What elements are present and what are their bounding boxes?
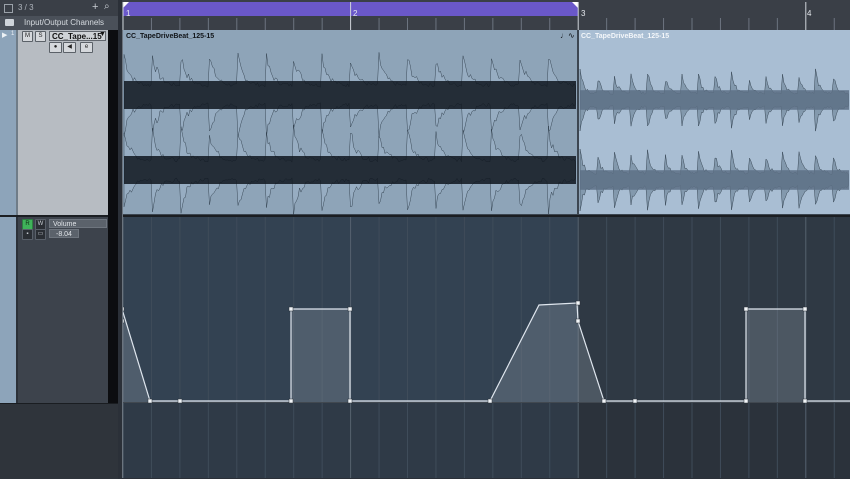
track-list-divider <box>108 30 118 403</box>
track-name-field[interactable]: CC_Tape...15 <box>49 31 106 41</box>
track-number: 1 <box>11 31 15 37</box>
automation-point[interactable] <box>575 300 581 306</box>
automation-point[interactable] <box>601 398 607 404</box>
automation-point[interactable] <box>347 398 353 404</box>
automation-point[interactable] <box>177 398 183 404</box>
folder-lane-icon[interactable]: ▭ <box>35 229 46 240</box>
monitor-button[interactable]: ◀ <box>63 42 76 53</box>
automation-point[interactable] <box>802 306 808 312</box>
automation-value[interactable]: -8.04 <box>49 229 79 238</box>
automation-point[interactable] <box>288 306 294 312</box>
track-list-empty-area <box>0 403 118 479</box>
automation-point[interactable] <box>632 398 638 404</box>
audio-event-selected[interactable]: CC_TapeDriveBeat_125-15 ♩ ∿ <box>560 30 850 214</box>
audio-event[interactable]: CC_TapeDriveBeat_125-15 <box>123 30 577 216</box>
expand-arrow-icon[interactable]: ▶ <box>2 31 7 39</box>
automation-point[interactable] <box>147 398 153 404</box>
mute-automation-button[interactable]: ▪ <box>22 229 33 240</box>
add-track-icon[interactable]: + <box>92 1 98 13</box>
ruler-ticks <box>122 2 835 30</box>
warp-icon: ∿ <box>568 31 575 40</box>
record-enable-button[interactable]: ● <box>49 42 62 53</box>
mute-button[interactable]: M <box>22 31 33 42</box>
automation-lane <box>578 217 850 403</box>
automation-parameter-select[interactable]: Volume <box>49 219 107 228</box>
read-write-button[interactable]: e <box>80 42 93 53</box>
automation-point[interactable] <box>802 398 808 404</box>
automation-point[interactable] <box>347 306 353 312</box>
automation-track-header[interactable] <box>18 217 108 403</box>
lane-separator <box>122 215 850 217</box>
empty-lane <box>578 403 850 478</box>
solo-button[interactable]: S <box>35 31 46 42</box>
automation-point[interactable] <box>743 398 749 404</box>
automation-point[interactable] <box>575 318 581 324</box>
track-list-icon[interactable] <box>4 4 13 13</box>
automation-point[interactable] <box>743 306 749 312</box>
waveform-core <box>124 81 576 109</box>
project-tracks-area[interactable]: CC_TapeDriveBeat_125-15 CC_TapeDriveBeat… <box>122 30 850 478</box>
audio-event-name-selected: CC_TapeDriveBeat_125-15 <box>581 33 669 40</box>
waveform-core <box>580 90 849 110</box>
folder-track-name: Input/Output Channels <box>24 18 105 27</box>
audio-event-name: CC_TapeDriveBeat_125-15 <box>126 33 214 40</box>
automation-point[interactable] <box>288 398 294 404</box>
audio-track-header[interactable] <box>18 30 108 215</box>
empty-lane-cycle <box>122 403 578 478</box>
folder-icon <box>5 19 14 26</box>
automation-point[interactable] <box>487 398 493 404</box>
track-counter: 3 / 3 <box>18 3 34 12</box>
chevron-down-icon[interactable]: ▼ <box>99 31 106 38</box>
project-start-line <box>122 30 123 478</box>
search-icon[interactable]: ⌕ <box>104 1 110 12</box>
waveform-core <box>580 170 849 190</box>
note-icon: ♩ <box>560 31 568 40</box>
waveform-core <box>124 156 576 184</box>
